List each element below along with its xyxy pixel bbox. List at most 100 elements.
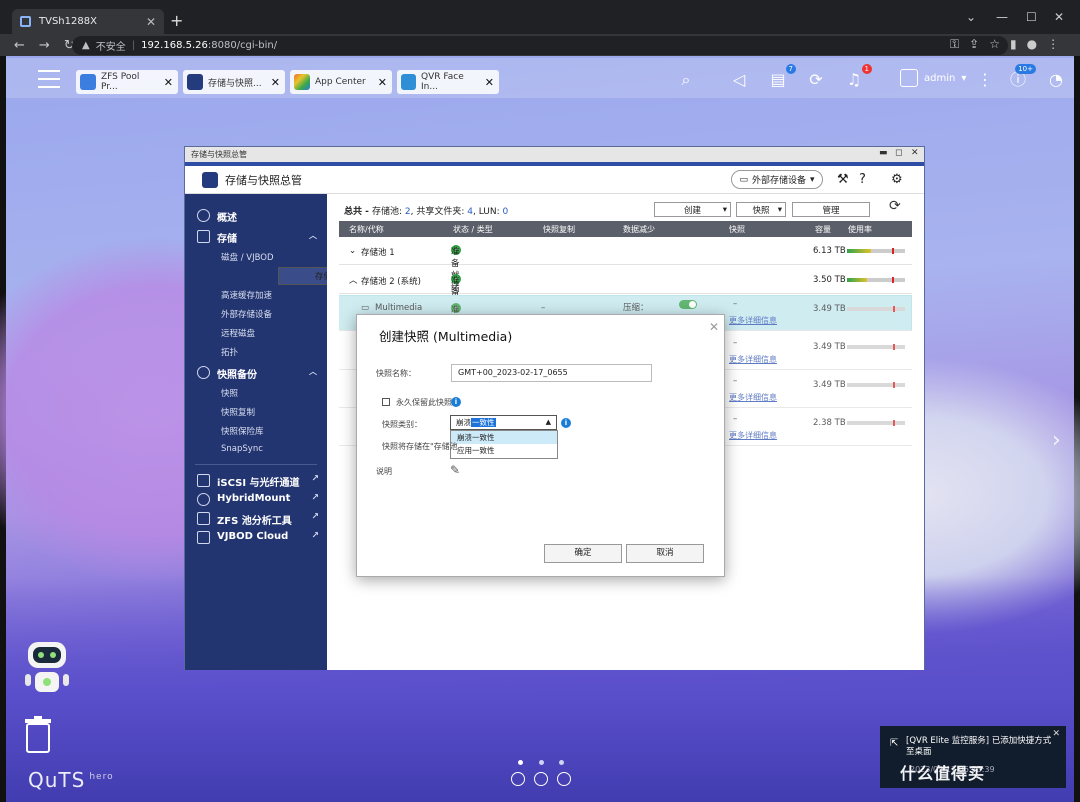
- announcement-icon[interactable]: ◁: [729, 70, 749, 90]
- info-icon[interactable]: i: [561, 418, 571, 428]
- help-icon[interactable]: ?: [859, 172, 866, 187]
- tools-icon[interactable]: ⚒: [837, 172, 849, 187]
- qts-tab-zfs[interactable]: ZFS Pool Pr... ✕: [76, 70, 178, 94]
- close-icon[interactable]: ✕: [709, 320, 719, 334]
- close-icon[interactable]: ✕: [164, 76, 173, 89]
- search-icon[interactable]: ⌕: [676, 70, 696, 90]
- next-page-icon[interactable]: ›: [1052, 428, 1061, 453]
- expand-icon[interactable]: ⌄: [349, 246, 356, 256]
- notification-badge: 1: [861, 64, 872, 74]
- qts-tab-storage[interactable]: 存储与快照... ✕: [183, 70, 285, 94]
- page-dot[interactable]: [518, 760, 523, 765]
- sidebar-item-vjbod-cloud[interactable]: VJBOD Cloud ↗: [185, 531, 327, 544]
- trash-icon[interactable]: [24, 716, 52, 754]
- new-tab-button[interactable]: +: [170, 13, 183, 29]
- snapshot-button[interactable]: 快照 ▾: [736, 202, 786, 217]
- browser-tab[interactable]: TVSh1288X ✕: [12, 9, 164, 34]
- external-link-icon: ↗: [311, 531, 319, 541]
- dock-icon[interactable]: [557, 772, 571, 786]
- storage-app-icon: [202, 171, 218, 188]
- dock-icon[interactable]: [534, 772, 548, 786]
- close-icon[interactable]: ✕: [1052, 729, 1060, 740]
- table-row-pool1[interactable]: ⌄ 存储池 1 ✓准备就绪 6.13 TB: [339, 237, 912, 293]
- refresh-icon[interactable]: ⟳: [889, 198, 901, 214]
- pool-name: 存储池 2 (系统): [361, 277, 421, 287]
- sidebar-item-topology[interactable]: 拓扑: [185, 346, 327, 358]
- edit-icon[interactable]: ✎: [450, 463, 460, 477]
- back-icon[interactable]: ←: [14, 38, 25, 53]
- close-tab-icon[interactable]: ✕: [146, 15, 156, 29]
- star-icon[interactable]: ☆: [989, 37, 1000, 52]
- page-dot[interactable]: [559, 760, 564, 765]
- appcenter-app-icon: [294, 74, 310, 90]
- page-dot[interactable]: [539, 760, 544, 765]
- sidebar-item-disks[interactable]: 磁盘 / VJBOD: [185, 251, 327, 263]
- maximize-icon[interactable]: ◻: [895, 148, 902, 158]
- close-icon[interactable]: ✕: [911, 148, 919, 158]
- sidebar-item-snapshot-vault[interactable]: 快照保险库: [185, 425, 327, 437]
- sync-icon[interactable]: ⟳: [806, 70, 826, 90]
- keep-forever-checkbox[interactable]: [382, 398, 390, 406]
- info-icon[interactable]: i: [451, 397, 461, 407]
- qvrface-app-icon: [401, 74, 417, 90]
- avatar-icon: [900, 69, 918, 87]
- profile-icon[interactable]: ●: [1027, 37, 1037, 52]
- close-window-icon[interactable]: ✕: [1054, 10, 1064, 24]
- ok-button[interactable]: 确定: [544, 544, 622, 563]
- sidepanel-icon[interactable]: ▮: [1010, 37, 1017, 52]
- qts-tab-qvrface[interactable]: QVR Face In... ✕: [397, 70, 499, 94]
- close-icon[interactable]: ✕: [378, 76, 387, 89]
- manage-button[interactable]: 管理: [792, 202, 870, 217]
- sidebar-item-snapshot-backup[interactable]: 快照备份 ︿: [185, 366, 327, 381]
- col-snapshot: 快照: [729, 225, 745, 234]
- summary-bar: 总共 - 存储池: 2, 共享文件夹: 4, LUN: 0: [344, 204, 508, 217]
- table-row-pool2[interactable]: ︿ 存储池 2 (系统) ✓准备就绪 3.50 TB: [339, 266, 912, 322]
- sidebar-item-snapsync[interactable]: SnapSync: [185, 444, 327, 454]
- col-capacity: 容量: [815, 225, 831, 234]
- qts-tab-appcenter[interactable]: App Center ✕: [290, 70, 392, 94]
- option-app-consistent[interactable]: 应用一致性: [451, 444, 557, 457]
- sidebar-item-remote-disk[interactable]: 远程磁盘: [185, 327, 327, 339]
- sidebar-item-hybridmount[interactable]: HybridMount ↗: [185, 493, 327, 506]
- address-bar[interactable]: ▲ 不安全 | 192.168.5.26:8080/cgi-bin/: [72, 36, 1008, 55]
- sidebar-item-external[interactable]: 外部存储设备: [185, 308, 327, 320]
- sidebar-item-snapshot-replica[interactable]: 快照复制: [185, 406, 327, 418]
- create-button[interactable]: 创建 ▾: [654, 202, 731, 217]
- keep-forever-label: 永久保留此快照: [396, 398, 452, 407]
- sidebar-item-storage[interactable]: 存储 ︿: [185, 230, 327, 245]
- robot-assistant-icon[interactable]: [22, 636, 74, 700]
- key-icon[interactable]: ⚿: [950, 37, 959, 52]
- chevron-down-icon[interactable]: ⌄: [966, 10, 976, 24]
- dashboard-icon[interactable]: ◔: [1046, 70, 1066, 90]
- sidebar-item-iscsi[interactable]: iSCSI 与光纤通道 ↗: [185, 474, 327, 489]
- dock-icon[interactable]: [511, 772, 525, 786]
- tasks-icon[interactable]: ▤ 7: [768, 64, 796, 90]
- maximize-icon[interactable]: ☐: [1026, 10, 1037, 24]
- user-menu[interactable]: admin ▾: [900, 69, 966, 87]
- forward-icon[interactable]: →: [39, 38, 50, 53]
- sidebar-item-cache[interactable]: 高速缓存加速: [185, 289, 327, 301]
- sidebar-item-zfs-tool[interactable]: ZFS 池分析工具 ↗: [185, 512, 327, 527]
- main-menu-icon[interactable]: [38, 70, 60, 88]
- bell-icon[interactable]: ♫ 1: [844, 64, 872, 90]
- close-icon[interactable]: ✕: [485, 76, 494, 89]
- minimize-icon[interactable]: ▬: [879, 148, 888, 158]
- update-icon[interactable]: ⓘ 10+: [1008, 64, 1036, 90]
- sidebar-item-snapshot[interactable]: 快照: [185, 387, 327, 399]
- external-storage-button[interactable]: ▭ 外部存储设备 ▾: [731, 170, 823, 189]
- snapshot-type-select[interactable]: 崩溃一致性 ▲: [450, 415, 557, 430]
- pool-name: 存储池 1: [361, 248, 395, 258]
- share-icon[interactable]: ⇪: [969, 37, 979, 52]
- more-icon[interactable]: ⋮: [1047, 37, 1059, 52]
- option-crash-consistent[interactable]: 崩溃一致性: [451, 431, 557, 444]
- url-path: :8080/cgi-bin/: [207, 40, 278, 51]
- collapse-icon[interactable]: ︿: [349, 274, 358, 286]
- minimize-icon[interactable]: —: [996, 10, 1008, 24]
- external-link-icon: ↗: [311, 493, 319, 503]
- snapshot-name-input[interactable]: GMT+00_2023-02-17_0655: [451, 364, 652, 382]
- more-options-icon[interactable]: ⋮: [975, 70, 995, 90]
- cancel-button[interactable]: 取消: [626, 544, 704, 563]
- close-icon[interactable]: ✕: [271, 76, 280, 89]
- gear-icon[interactable]: ⚙: [891, 172, 903, 187]
- sidebar-item-overview[interactable]: 概述: [185, 209, 327, 224]
